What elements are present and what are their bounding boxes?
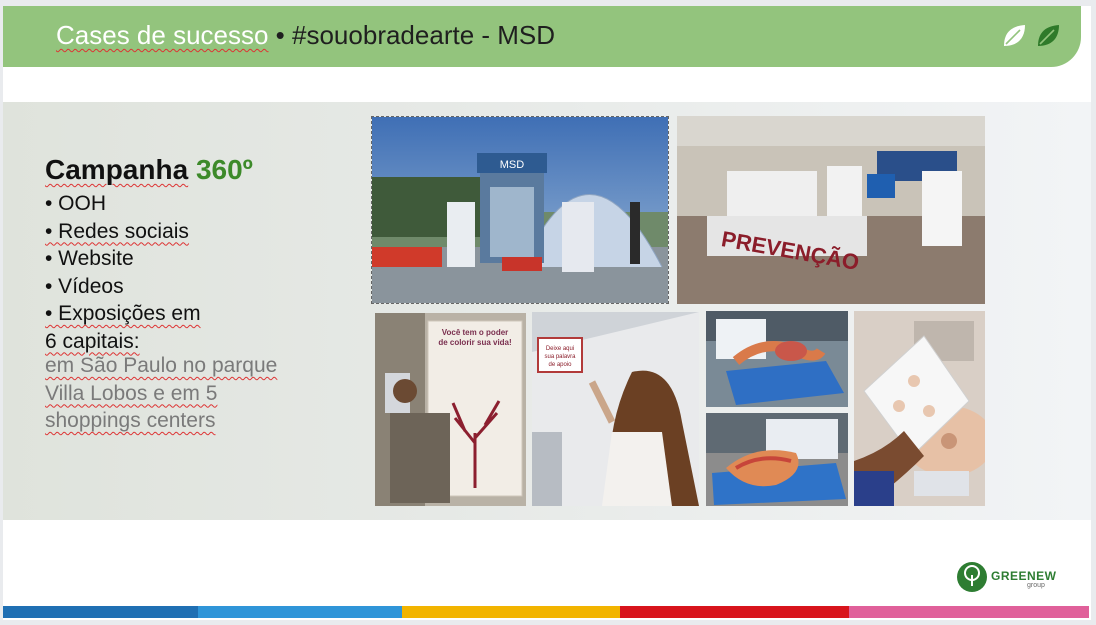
leaf-filled-icon bbox=[1038, 25, 1059, 46]
bullet-item: • Website bbox=[45, 247, 134, 270]
campaign-heading: Campanha 360º bbox=[45, 154, 253, 186]
poster-text-line-1: Você tem o poder bbox=[442, 328, 509, 337]
poster-text-line-2: de colorir sua vida! bbox=[438, 338, 511, 347]
footer-bar-blue-dark bbox=[3, 606, 198, 618]
detail-text: em São Paulo no parque Villa Lobos e em … bbox=[45, 352, 277, 435]
dome-sign-text: MSD bbox=[500, 159, 525, 171]
wall-note-line-2: sua palavra bbox=[544, 354, 576, 360]
leaf-outline-icon bbox=[1004, 25, 1025, 46]
photo-mall-exhibition: PREVENÇÃO bbox=[677, 116, 985, 304]
photo-pamphlet bbox=[854, 311, 985, 506]
photo-anatomy-model-1 bbox=[706, 311, 848, 407]
detail-line: em São Paulo no parque bbox=[45, 354, 278, 377]
footer-bar-red bbox=[620, 606, 849, 618]
photo-anatomy-model-2 bbox=[706, 413, 848, 506]
bullet-list: • OOH • Redes sociais • Website • Vídeos… bbox=[45, 190, 201, 355]
tree-logo-icon bbox=[957, 562, 987, 592]
bullet-item: • Vídeos bbox=[45, 274, 124, 298]
bullet-item: • OOH bbox=[45, 192, 107, 215]
photo-dome-exhibition: MSD bbox=[371, 116, 669, 304]
logo-name: GREENEW bbox=[991, 569, 1057, 583]
photo-writing-wall: Deixe aqui sua palavra de apoio bbox=[532, 312, 699, 506]
footer-bar-pink bbox=[849, 606, 1089, 618]
photo-poster-child: Você tem o poder de colorir sua vida! bbox=[375, 313, 526, 506]
wall-note-line-3: de apoio bbox=[548, 362, 572, 368]
header-bar: Cases de sucesso • #souobradearte - MSD bbox=[3, 6, 1081, 67]
wall-note-line-1: Deixe aqui bbox=[546, 346, 574, 352]
heading-word: Campanha bbox=[45, 154, 189, 185]
logo-subtitle: group bbox=[1027, 582, 1045, 589]
footer-bar-yellow bbox=[402, 606, 620, 618]
bullet-item: 6 capitais: bbox=[45, 329, 140, 353]
detail-line: shoppings centers bbox=[45, 409, 216, 432]
slide-title: Cases de sucesso • #souobradearte - MSD bbox=[56, 20, 555, 51]
title-separator: • bbox=[268, 20, 293, 50]
heading-number: 360º bbox=[195, 154, 253, 185]
slide: Cases de sucesso • #souobradearte - MSD … bbox=[3, 6, 1091, 620]
detail-line: Villa Lobos e em 5 bbox=[45, 381, 218, 405]
bullet-item: • Exposições em bbox=[45, 302, 201, 325]
title-part-2: #souobradearte - MSD bbox=[292, 20, 556, 50]
bullet-item: • Redes sociais bbox=[45, 219, 189, 243]
title-part-1: Cases de sucesso bbox=[56, 20, 269, 50]
footer-bar-blue-light bbox=[198, 606, 402, 618]
